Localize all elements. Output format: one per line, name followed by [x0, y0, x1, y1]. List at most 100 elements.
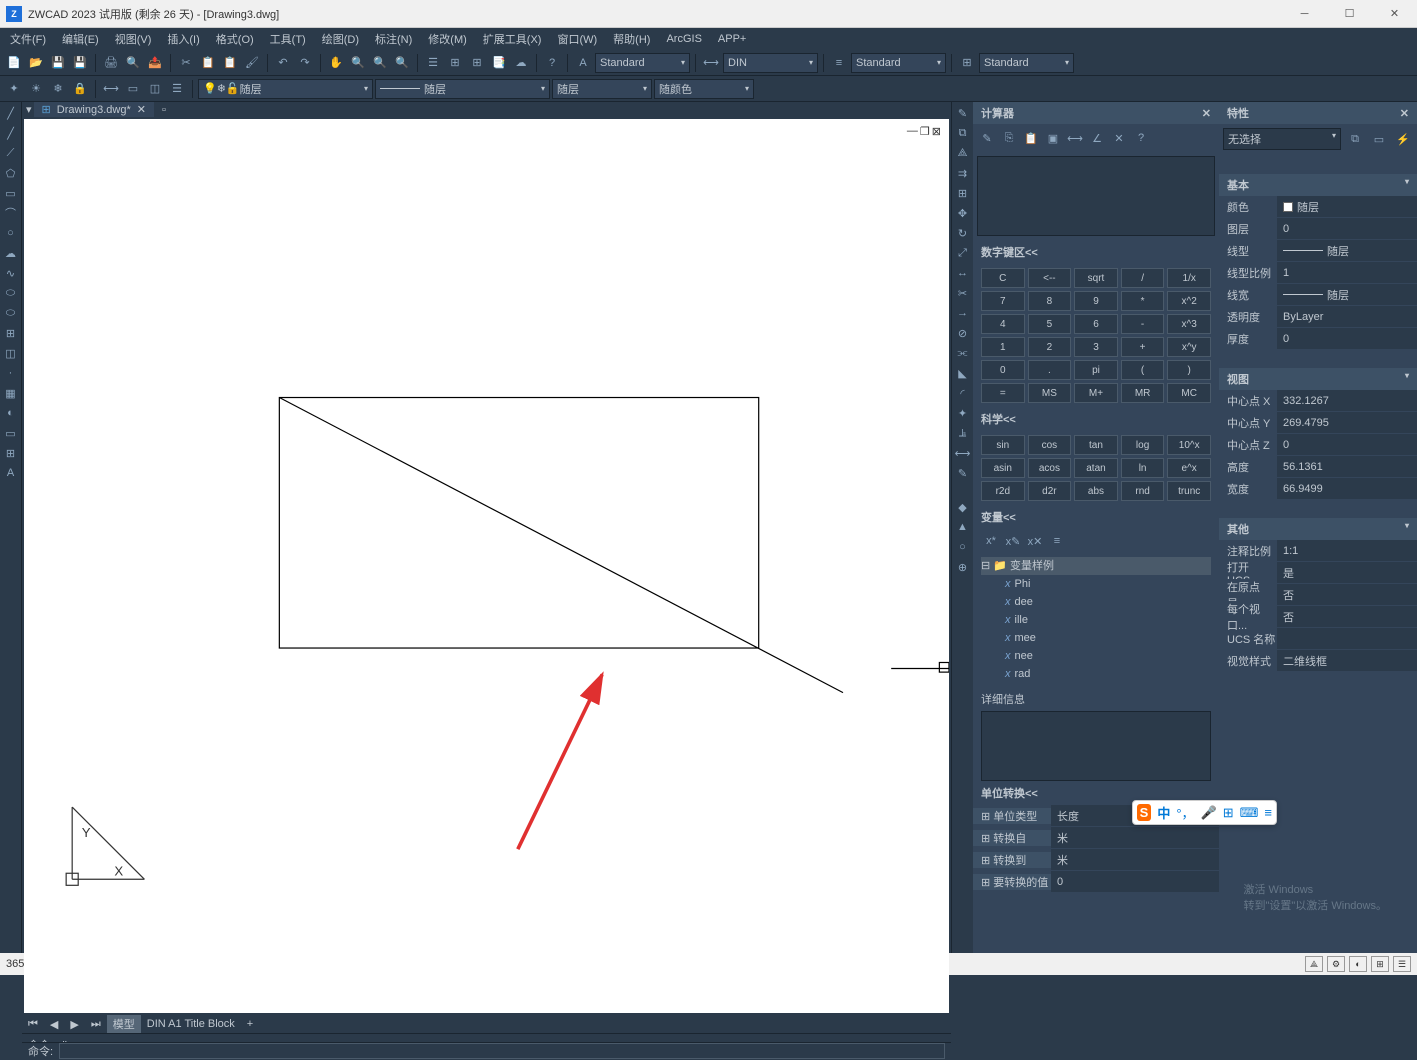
break-icon[interactable]: ⊘: [954, 324, 972, 342]
prop-row[interactable]: 中心点 Y269.4795: [1219, 412, 1417, 434]
calc-key-MS[interactable]: MS: [1028, 383, 1072, 403]
calc-key-[interactable]: <--: [1028, 268, 1072, 288]
layer-icon[interactable]: ✦: [4, 79, 24, 99]
menu-express[interactable]: 扩展工具(X): [477, 29, 548, 49]
calc-key-0[interactable]: 0: [981, 360, 1025, 380]
layerprev-icon[interactable]: ❄: [48, 79, 68, 99]
tab-add-icon[interactable]: +: [241, 1017, 259, 1031]
prop-row[interactable]: 高度56.1361: [1219, 456, 1417, 478]
calc-key-ln[interactable]: ln: [1121, 458, 1165, 478]
calc-numpad-header[interactable]: 数字键区<<: [973, 240, 1219, 264]
new-icon[interactable]: 📄: [4, 53, 24, 73]
properties-icon[interactable]: ☰: [423, 53, 443, 73]
open-icon[interactable]: 📂: [26, 53, 46, 73]
selectobj-icon[interactable]: ▭: [1369, 129, 1389, 149]
menu-arcgis[interactable]: ArcGIS: [660, 31, 707, 47]
calc-clear-icon[interactable]: ✎: [977, 128, 997, 148]
tablestyle-combo[interactable]: Standard▾: [979, 53, 1074, 73]
menu-modify[interactable]: 修改(M): [422, 29, 473, 49]
var-new-icon[interactable]: x*: [981, 531, 1001, 551]
unit-row[interactable]: ⊞ 要转换的值0: [973, 871, 1219, 893]
midpoint-snap-icon[interactable]: ▲: [954, 518, 972, 536]
doc-minimize-icon[interactable]: —: [907, 125, 918, 138]
mirror-icon[interactable]: ⟁: [954, 144, 972, 162]
explode-icon[interactable]: ✦: [954, 404, 972, 422]
layer-combo[interactable]: 💡❄🔓 随层▾: [198, 79, 373, 99]
menu-format[interactable]: 格式(O): [210, 29, 260, 49]
paste-icon[interactable]: 📋: [220, 53, 240, 73]
calc-paste-icon[interactable]: 📋: [1021, 128, 1041, 148]
edit-icon[interactable]: ✎: [954, 464, 972, 482]
calc-key-5[interactable]: 5: [1028, 314, 1072, 334]
textstyle-icon[interactable]: A: [573, 53, 593, 73]
var-mee[interactable]: xmee: [981, 629, 1211, 647]
calc-key-atan[interactable]: atan: [1074, 458, 1118, 478]
save-icon[interactable]: 💾: [48, 53, 68, 73]
toolpalette-icon[interactable]: ⊞: [467, 53, 487, 73]
prop-row[interactable]: 线型随层: [1219, 240, 1417, 262]
sheet-first-icon[interactable]: ⏮: [22, 1017, 44, 1032]
polyline-icon[interactable]: ⟋: [2, 144, 20, 162]
command-history[interactable]: 命令: _line 指定第一个点: 指定下一点或 [角度(A)/长度(L)/放弃…: [22, 1033, 951, 1042]
calc-key-abs[interactable]: abs: [1074, 481, 1118, 501]
prop-group-basic[interactable]: 基本▾: [1219, 174, 1417, 196]
calc-close-icon[interactable]: ✕: [1202, 107, 1211, 120]
prop-row[interactable]: 线宽随层: [1219, 284, 1417, 306]
calc-key-[interactable]: +: [1121, 337, 1165, 357]
ellipse-icon[interactable]: ⬭: [2, 284, 20, 302]
maximize-button[interactable]: ☐: [1327, 0, 1372, 28]
table-icon[interactable]: ⊞: [2, 444, 20, 462]
prop-row[interactable]: 线型比例1: [1219, 262, 1417, 284]
revcloud-icon[interactable]: ☁: [2, 244, 20, 262]
preview-icon[interactable]: 🔍: [123, 53, 143, 73]
var-dee[interactable]: xdee: [981, 593, 1211, 611]
tabs-menu-icon[interactable]: ▾: [26, 103, 32, 116]
calc-key-acos[interactable]: acos: [1028, 458, 1072, 478]
calc-key-[interactable]: (: [1121, 360, 1165, 380]
prop-row[interactable]: 图层0: [1219, 218, 1417, 240]
calc-key-sqrt[interactable]: sqrt: [1074, 268, 1118, 288]
prop-row[interactable]: 透明度ByLayer: [1219, 306, 1417, 328]
calc-key-[interactable]: =: [981, 383, 1025, 403]
copy2-icon[interactable]: ⧉: [954, 124, 972, 142]
calc-key-xy[interactable]: x^y: [1167, 337, 1211, 357]
unit-row[interactable]: ⊞ 转换到米: [973, 849, 1219, 871]
calc-key-asin[interactable]: asin: [981, 458, 1025, 478]
rectangle-icon[interactable]: ▭: [2, 184, 20, 202]
move-icon[interactable]: ✥: [954, 204, 972, 222]
quickselect-icon[interactable]: ⧉: [1345, 129, 1365, 149]
linetype-combo[interactable]: 随层▾: [375, 79, 550, 99]
tab-close-icon[interactable]: ✕: [137, 103, 146, 116]
sheet-icon[interactable]: 📑: [489, 53, 509, 73]
publish-icon[interactable]: 📤: [145, 53, 165, 73]
region2-icon[interactable]: ▭: [2, 424, 20, 442]
calc-key-d2r[interactable]: d2r: [1028, 481, 1072, 501]
calc-display[interactable]: [977, 156, 1215, 236]
zoom-icon[interactable]: 🔍: [348, 53, 368, 73]
calc-key-MC[interactable]: MC: [1167, 383, 1211, 403]
ime-lang[interactable]: 中: [1157, 803, 1170, 822]
extend-icon[interactable]: →: [954, 304, 972, 322]
calc-key-C[interactable]: C: [981, 268, 1025, 288]
close-button[interactable]: ✕: [1372, 0, 1417, 28]
fillet-icon[interactable]: ◜: [954, 384, 972, 402]
menu-window[interactable]: 窗口(W): [551, 29, 603, 49]
ime-keyboard-icon[interactable]: ⌨: [1240, 805, 1259, 821]
pan-icon[interactable]: ✋: [326, 53, 346, 73]
menu-insert[interactable]: 插入(I): [161, 29, 205, 49]
prop-row[interactable]: 每个视口...否: [1219, 606, 1417, 628]
calc-key-M[interactable]: M+: [1074, 383, 1118, 403]
calc-key-ex[interactable]: e^x: [1167, 458, 1211, 478]
annoscale-icon[interactable]: ⟁: [1305, 956, 1323, 972]
mlstyle-icon[interactable]: ≡: [829, 53, 849, 73]
var-edit-icon[interactable]: x✎: [1003, 531, 1023, 551]
zoomprev-icon[interactable]: 🔍: [392, 53, 412, 73]
ime-voice-icon[interactable]: 🎤: [1201, 805, 1217, 821]
node-snap-icon[interactable]: ⊕: [954, 558, 972, 576]
calc-var-header[interactable]: 变量<<: [973, 505, 1219, 529]
prop-row[interactable]: UCS 名称: [1219, 628, 1417, 650]
prop-row[interactable]: 中心点 Z0: [1219, 434, 1417, 456]
redo-icon[interactable]: ↷: [295, 53, 315, 73]
match-icon[interactable]: 🖌: [242, 53, 262, 73]
textstyle-combo[interactable]: Standard▾: [595, 53, 690, 73]
